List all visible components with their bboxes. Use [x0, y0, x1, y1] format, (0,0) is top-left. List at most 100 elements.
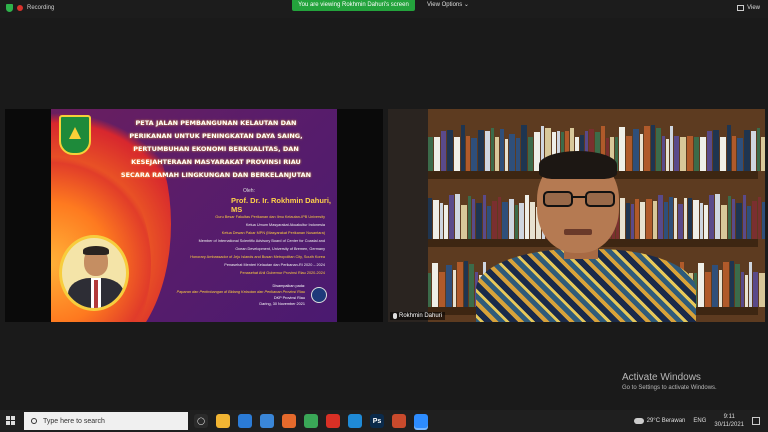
book-spine	[495, 137, 499, 171]
view-button[interactable]: View	[737, 5, 760, 11]
book-spine	[744, 130, 750, 171]
book-spine	[721, 205, 727, 239]
book-spine	[432, 263, 438, 307]
activate-windows-watermark: Activate Windows Go to Settings to activ…	[622, 372, 717, 391]
clock-date: 30/11/2021	[714, 422, 744, 428]
glasses-lens	[543, 191, 573, 207]
weather-widget[interactable]: 29°C Berawan	[633, 418, 686, 424]
role-item: Ocean Development, University of Bremen,…	[235, 247, 325, 251]
store-icon[interactable]	[260, 414, 274, 428]
book-spine	[619, 127, 625, 171]
mail-icon[interactable]	[238, 414, 252, 428]
role-item: Ketua Umum Masyarakat Akuakultur Indones…	[245, 223, 325, 227]
book-spine	[640, 134, 643, 171]
book-spine	[688, 198, 692, 239]
book-spine	[732, 135, 736, 171]
book-spine	[670, 125, 673, 171]
language-indicator[interactable]: ENG	[693, 418, 706, 424]
weather-text: 29°C Berawan	[646, 418, 686, 424]
taskbar-search-box[interactable]: Type here to search	[24, 412, 188, 430]
book-spine	[635, 198, 639, 239]
book-spine	[727, 125, 731, 171]
shared-screen: PETA JALAN PEMBANGUNAN KELAUTAN DAN PERI…	[5, 109, 383, 322]
zoom-icon[interactable]	[414, 414, 428, 428]
book-spine	[719, 270, 722, 307]
book-spine	[461, 125, 465, 171]
meeting-top-bar: Recording You are viewing Rokhmin Dahuri…	[0, 0, 768, 18]
firefox-icon[interactable]	[282, 414, 296, 428]
slide-title-line: KESEJAHTERAAN MASYARAKAT PROVINSI RIAU	[131, 158, 301, 166]
book-spine	[713, 130, 719, 171]
book-spine	[454, 136, 460, 171]
book-spine	[680, 137, 686, 171]
role-item: Penasehat Ahli Gubernur Provinsi Riau 20…	[239, 271, 325, 275]
view-options-button[interactable]: View Options ⌄	[427, 1, 469, 8]
pdf-icon[interactable]	[326, 414, 340, 428]
presenter-roles: Guru Besar Fakultas Perikanan dan Ilmu K…	[125, 213, 325, 277]
chrome-icon[interactable]	[304, 414, 318, 428]
windows-start-icon[interactable]	[6, 416, 15, 425]
book-spine	[515, 204, 518, 239]
edge-icon[interactable]	[348, 414, 362, 428]
book-spine	[478, 130, 484, 171]
by-label: Oleh:	[243, 188, 255, 194]
book-spine	[491, 127, 494, 171]
book-spine	[743, 194, 746, 239]
book-spine	[700, 136, 706, 171]
photoshop-icon[interactable]: Ps	[370, 414, 384, 428]
book-spine	[428, 136, 433, 171]
book-spine	[651, 125, 655, 171]
participant-name-label: Rokhmin Dahuri	[390, 312, 446, 320]
book-spine	[737, 138, 743, 171]
portrait-tie	[94, 280, 98, 308]
participant-video-tile[interactable]: Rokhmin Dahuri	[388, 109, 765, 322]
book-spine	[751, 130, 756, 171]
recording-indicator[interactable]: Recording	[6, 4, 54, 12]
cloud-icon	[633, 418, 644, 424]
book-spine	[428, 198, 432, 239]
presentation-slide: PETA JALAN PEMBANGUNAN KELAUTAN DAN PERI…	[51, 109, 337, 322]
book-spine	[653, 200, 657, 239]
book-spine	[658, 194, 663, 239]
book-spine	[700, 203, 703, 239]
book-spine	[498, 196, 501, 239]
book-spine	[705, 271, 711, 307]
book-spine	[747, 206, 751, 239]
book-spine	[530, 202, 535, 239]
book-spine	[687, 135, 693, 171]
book-spine	[457, 262, 463, 307]
notification-icon[interactable]	[752, 417, 760, 425]
organization-seal-icon	[311, 287, 327, 303]
book-spine	[732, 199, 735, 239]
book-spine	[502, 201, 508, 239]
book-spine	[446, 265, 452, 307]
book-spine	[487, 206, 491, 239]
system-clock[interactable]: 9:11 30/11/2021	[714, 413, 744, 429]
wall-edge	[388, 109, 428, 322]
book-spine	[749, 261, 752, 307]
powerpoint-icon[interactable]	[392, 414, 406, 428]
riau-province-logo-icon	[59, 115, 91, 155]
book-spine	[674, 136, 679, 171]
book-spine	[759, 273, 765, 307]
book-spine	[620, 197, 625, 239]
book-spine	[758, 196, 761, 239]
role-item: Honorary Ambassador of Jeju Islands and …	[190, 255, 325, 259]
book-spine	[449, 194, 454, 239]
book-spine	[471, 138, 477, 171]
file-explorer-icon[interactable]	[216, 414, 230, 428]
book-spine	[698, 263, 704, 307]
task-view-icon[interactable]: ◯	[194, 414, 208, 428]
slide-title: PETA JALAN PEMBANGUNAN KELAUTAN DAN PERI…	[111, 117, 321, 182]
book-spine	[626, 202, 630, 239]
role-item: Member of International Scientific Advis…	[198, 239, 325, 243]
slide-title-line: SECARA RAMAH LINGKUNGAN DAN BERKELANJUTA…	[120, 171, 312, 179]
book-spine	[715, 193, 720, 239]
book-spine	[669, 197, 673, 239]
viewing-screen-banner: You are viewing Rokhmin Dahuri's screen	[292, 0, 415, 11]
book-spine	[464, 261, 468, 307]
book-spine	[525, 195, 529, 239]
book-spine	[516, 138, 520, 171]
book-spine	[762, 201, 765, 239]
grid-view-icon	[737, 5, 745, 11]
